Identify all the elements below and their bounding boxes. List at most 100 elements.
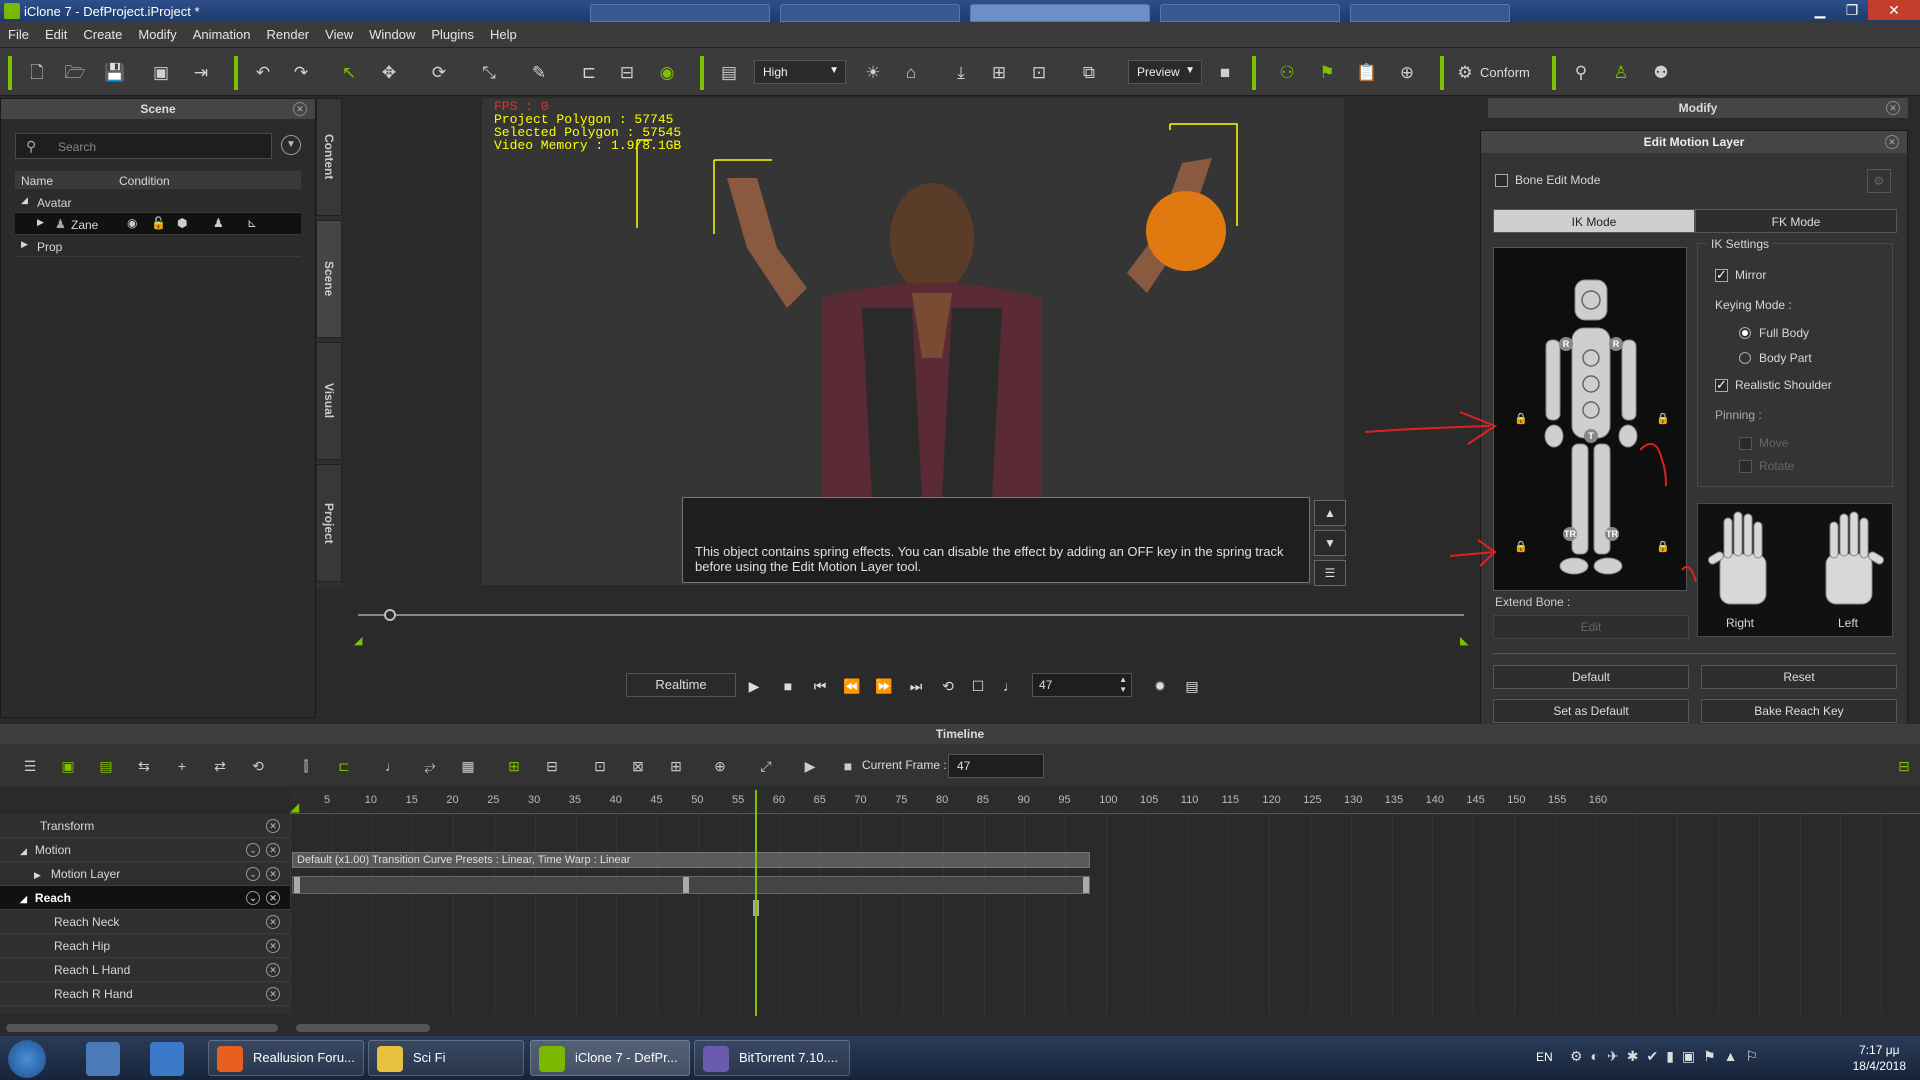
home-view-icon[interactable]: ⌂ xyxy=(900,62,922,84)
gear-icon[interactable]: ⚙ xyxy=(1867,169,1891,193)
range-start-marker[interactable]: ◢ xyxy=(290,800,299,814)
close-icon[interactable]: ✕ xyxy=(266,915,280,929)
menu-create[interactable]: Create xyxy=(75,22,130,47)
background-browser-tab[interactable] xyxy=(780,4,960,22)
close-icon[interactable]: ✕ xyxy=(266,891,280,905)
search-input[interactable]: ⚲ Search xyxy=(15,133,272,159)
tree-row-zane[interactable]: ▶ ♟ Zane ◉ 🔓 ⬢ ♟ ⊾ xyxy=(15,213,301,235)
close-icon[interactable]: ✕ xyxy=(266,963,280,977)
tab-scene[interactable]: Scene xyxy=(316,220,342,338)
expand-icon[interactable]: ▶ xyxy=(34,870,41,880)
scale-icon[interactable]: ⤡ xyxy=(478,62,500,84)
full-body-radio[interactable] xyxy=(1739,327,1751,339)
menu-file[interactable]: File xyxy=(0,22,37,47)
range-start-marker[interactable]: ◢ xyxy=(354,634,362,647)
frame-stepper[interactable]: 47 ▲ ▼ xyxy=(1032,673,1132,697)
menu-help[interactable]: Help xyxy=(482,22,525,47)
zoom-icon[interactable]: ⊕ xyxy=(710,756,730,776)
pinned-app-icon[interactable] xyxy=(86,1042,120,1076)
pin-move-checkbox[interactable] xyxy=(1739,437,1752,450)
menu-animation[interactable]: Animation xyxy=(185,22,259,47)
close-icon[interactable]: ✕ xyxy=(1885,135,1899,149)
realistic-shoulder-checkbox[interactable] xyxy=(1715,377,1728,393)
start-button[interactable] xyxy=(8,1040,46,1078)
hand-selector[interactable]: Right Left xyxy=(1697,503,1893,637)
notice-up-button[interactable]: ▲ xyxy=(1314,500,1346,526)
conform-icon[interactable]: ⚙ xyxy=(1454,62,1476,84)
media-player-icon[interactable] xyxy=(150,1042,184,1076)
track-motion-layer[interactable]: ▶ Motion Layer ⌄ ✕ xyxy=(0,862,290,886)
fit-view-icon[interactable]: ⊞ xyxy=(988,62,1010,84)
taskbar-item-bittorrent[interactable]: BitTorrent 7.10.... xyxy=(694,1040,850,1076)
camera-icon[interactable]: ■ xyxy=(1214,62,1236,84)
track-reach-hip[interactable]: Reach Hip ✕ xyxy=(0,934,290,958)
menu-edit[interactable]: Edit xyxy=(37,22,75,47)
taskbar-clock[interactable]: 7:17 μμ 18/4/2018 xyxy=(1853,1042,1906,1074)
track-reach[interactable]: ◢ Reach ⌄ ✕ xyxy=(0,886,290,910)
chevron-down-icon[interactable]: ⌄ xyxy=(246,867,260,881)
cube-icon[interactable]: ⬢ xyxy=(177,216,187,230)
drop-to-floor-icon[interactable]: ⤓ xyxy=(950,62,972,84)
lock-icon[interactable]: 🔓 xyxy=(151,216,166,230)
close-icon[interactable]: ✕ xyxy=(266,819,280,833)
minimize-icon[interactable]: ▁ xyxy=(1804,0,1836,20)
timeline-playhead[interactable] xyxy=(755,790,757,1016)
timeline-scrollbar[interactable] xyxy=(296,1024,430,1032)
settings-icon[interactable]: ✹ xyxy=(1150,676,1170,696)
chevron-down-icon[interactable]: ⌄ xyxy=(246,891,260,905)
track-list-scrollbar[interactable] xyxy=(6,1024,278,1032)
split-icon[interactable]: ⫿ xyxy=(296,756,316,776)
viewport-layout-icon[interactable]: ▤ xyxy=(718,62,740,84)
background-browser-tab[interactable] xyxy=(1350,4,1510,22)
visibility-eye-icon[interactable]: ◉ xyxy=(127,216,137,230)
fit-timeline-icon[interactable]: ⤢ xyxy=(756,756,776,776)
conform-label[interactable]: Conform xyxy=(1480,65,1530,80)
playback-scrubber[interactable] xyxy=(358,614,1464,616)
align-icon[interactable]: ⊟ xyxy=(616,62,638,84)
range-end-marker[interactable]: ◣ xyxy=(1460,634,1468,647)
insert-icon[interactable]: ⊡ xyxy=(590,756,610,776)
undo-icon[interactable]: ↶ xyxy=(252,62,274,84)
motion-layer-key[interactable] xyxy=(294,877,300,893)
timeline-toggle-icon[interactable]: ▤ xyxy=(1182,676,1202,696)
track-reach-r-hand[interactable]: Reach R Hand ✕ xyxy=(0,982,290,1006)
align-left-icon[interactable]: ⊏ xyxy=(578,62,600,84)
motion-layer-key[interactable] xyxy=(1083,877,1089,893)
timeline-stop-icon[interactable]: ■ xyxy=(838,756,858,776)
tab-fk-mode[interactable]: FK Mode xyxy=(1695,209,1897,233)
pick-parent-icon[interactable]: ✎ xyxy=(528,62,550,84)
notice-message-icon[interactable]: ☰ xyxy=(1314,560,1346,586)
key-icon[interactable]: ▣ xyxy=(58,756,78,776)
visibility-eye-icon[interactable]: ◉ xyxy=(656,62,678,84)
camera-view-icon[interactable]: ⊡ xyxy=(1028,62,1050,84)
audio-icon[interactable]: ♩ xyxy=(1000,676,1020,696)
character-icon[interactable]: ♙ xyxy=(1610,62,1632,84)
go-to-start-icon[interactable]: ⏮ xyxy=(810,676,830,696)
close-icon[interactable]: ✕ xyxy=(293,102,307,116)
edit-button[interactable]: Edit xyxy=(1493,615,1689,639)
current-frame-input[interactable]: 47 xyxy=(948,754,1044,778)
background-browser-tab[interactable] xyxy=(1160,4,1340,22)
tab-ik-mode[interactable]: IK Mode xyxy=(1493,209,1695,233)
add-key-icon[interactable]: + xyxy=(172,756,192,776)
expand-icon[interactable]: ◢ xyxy=(20,894,27,904)
motion-layer-key[interactable] xyxy=(683,877,689,893)
mirror-checkbox[interactable] xyxy=(1715,267,1728,283)
notice-down-button[interactable]: ▼ xyxy=(1314,530,1346,556)
motion-clip[interactable]: Default (x1.00) Transition Curve Presets… xyxy=(292,852,1090,868)
track-reach-l-hand[interactable]: Reach L Hand ✕ xyxy=(0,958,290,982)
default-button[interactable]: Default xyxy=(1493,665,1689,689)
tab-visual[interactable]: Visual xyxy=(316,342,342,460)
range-icon[interactable]: ⊏ xyxy=(334,756,354,776)
bone-edit-mode-checkbox[interactable] xyxy=(1495,174,1508,187)
timeline-ruler[interactable]: 5 10 15 20 25 30 35 40 45 50 55 60 65 70 75 80 85 90 95 100… xyxy=(290,790,1920,814)
realtime-mode-button[interactable]: Realtime xyxy=(626,673,736,697)
taskbar-item-folder[interactable]: Sci Fi xyxy=(368,1040,524,1076)
tab-content[interactable]: Content xyxy=(316,98,342,216)
tab-project[interactable]: Project xyxy=(316,464,342,582)
close-icon[interactable]: ✕ xyxy=(1868,0,1920,20)
track-reach-neck[interactable]: Reach Neck ✕ xyxy=(0,910,290,934)
maximize-icon[interactable]: ❐ xyxy=(1836,0,1868,20)
tree-row-avatar[interactable]: ◢ Avatar xyxy=(15,191,301,213)
rotate-icon[interactable]: ⟳ xyxy=(428,62,450,84)
